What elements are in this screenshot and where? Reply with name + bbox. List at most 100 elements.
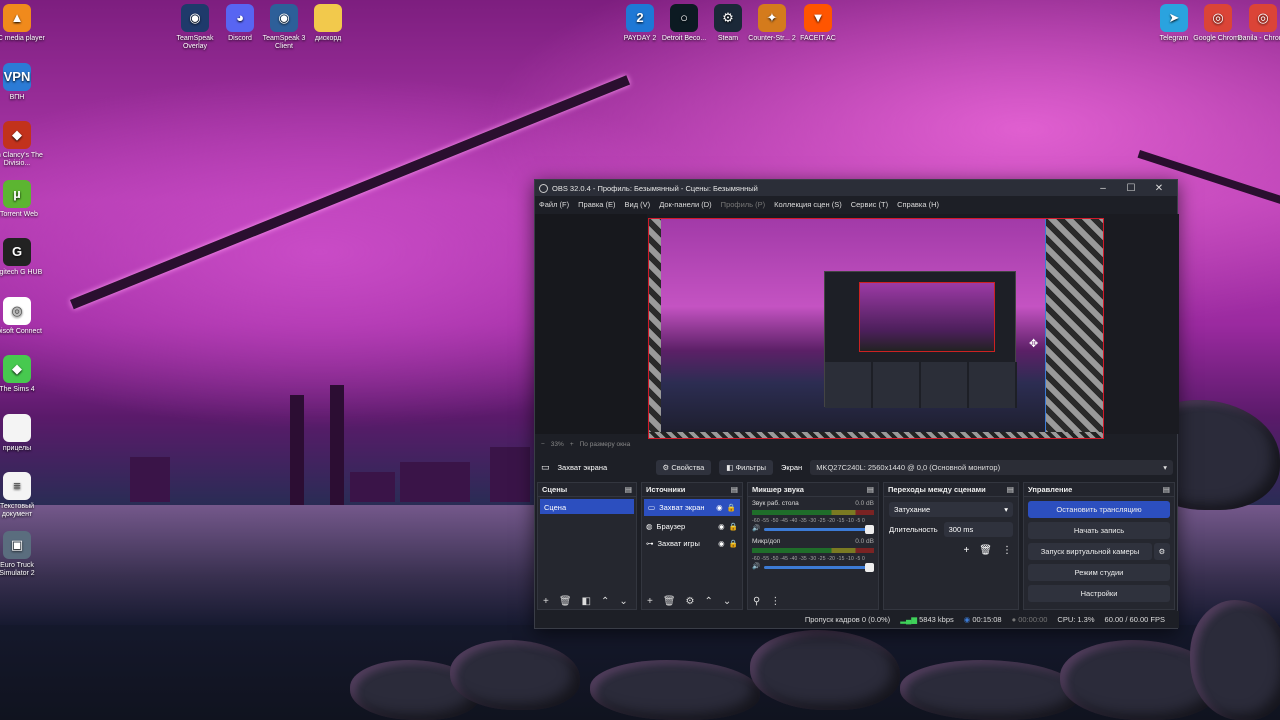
menu-item[interactable]: Справка (H)	[897, 200, 939, 209]
dock-menu-icon[interactable]: ▤	[625, 485, 632, 494]
rock	[900, 660, 1080, 720]
filters-button[interactable]: ◧ Фильтры	[719, 459, 774, 475]
desktop-icon[interactable]: G Logitech G HUB	[0, 238, 45, 277]
scenes-title: Сцены	[542, 485, 568, 494]
volume-slider[interactable]	[764, 563, 874, 572]
source-item[interactable]: ◍ Браузер ◉ 🔒	[642, 518, 742, 535]
mixer-link-icon[interactable]: ⚲	[753, 596, 760, 607]
channel-name: Микр/доп	[752, 538, 781, 545]
mixer-dock: Микшер звука ▤ Звук раб. стола 0.0 dB -60 …	[747, 482, 879, 610]
duration-input[interactable]: 300 ms	[943, 522, 1013, 537]
logitech-g-icon: G	[3, 238, 31, 266]
more-icon[interactable]: ⋮	[1002, 545, 1012, 556]
volume-meter	[752, 510, 874, 515]
close-button[interactable]: ✕	[1145, 183, 1173, 194]
preview-canvas[interactable]: ✥	[648, 218, 1104, 439]
sources-title: Источники	[646, 485, 686, 494]
desktop-icon[interactable]: прицелы	[0, 413, 45, 453]
desktop-icon[interactable]: ▣ Euro Truck Simulator 2	[0, 530, 45, 578]
desktop-icon[interactable]: ▲ VLC media player	[0, 4, 45, 43]
menu-item[interactable]: Док-панели (D)	[659, 200, 711, 209]
desktop-icon[interactable]: ▼ FACEIT AC	[790, 4, 846, 43]
display-select[interactable]: MKQ27C240L: 2560x1440 @ 0,0 (Основной мо…	[810, 459, 1173, 475]
menu-item[interactable]: Вид (V)	[625, 200, 651, 209]
up-icon[interactable]: ⌃	[601, 596, 609, 607]
desktop-icon[interactable]: ◎ Ubisoft Connect	[0, 296, 45, 336]
desktop-icon-label: Danila - Chrome	[1237, 35, 1280, 42]
scene-filter-icon[interactable]: ◧	[582, 596, 591, 607]
down-icon[interactable]: ⌄	[723, 596, 731, 607]
desktop-icon[interactable]: дискорд	[300, 4, 356, 43]
stop-stream-button[interactable]: Остановить трансляцию	[1028, 501, 1170, 518]
controls-title: Управление	[1028, 485, 1073, 494]
chevron-down-icon: ▾	[1004, 505, 1008, 514]
minimize-button[interactable]: –	[1089, 183, 1117, 194]
desktop-icon[interactable]: VPN ВПН	[0, 62, 45, 102]
more-icon[interactable]: ⋮	[770, 596, 780, 607]
scene-item[interactable]: Сцена	[540, 499, 634, 514]
source-item[interactable]: ▭ Захват экран ◉ 🔒	[644, 499, 740, 516]
trash-icon[interactable]: 🗑	[663, 596, 676, 607]
desktop-icon[interactable]: ≡ Текстовый документ	[0, 472, 45, 519]
up-icon[interactable]: ⌃	[705, 596, 713, 607]
dock-menu-icon[interactable]: ▤	[1163, 485, 1170, 494]
sources-header: Источники ▤	[642, 483, 742, 497]
eye-icon[interactable]: ◉	[716, 503, 723, 512]
speaker-icon[interactable]: 🔊	[752, 562, 760, 570]
settings-button[interactable]: Настройки	[1028, 585, 1170, 602]
add-icon[interactable]: +	[963, 545, 969, 556]
zoom-fit-button[interactable]: По размеру окна	[580, 441, 631, 448]
lock-icon[interactable]: 🔒	[729, 522, 738, 531]
bridge-tower	[290, 395, 304, 505]
zoom-out-button[interactable]: −	[541, 441, 545, 448]
source-item[interactable]: ⊶ Захват игры ◉ 🔒	[642, 535, 742, 552]
channel-name: Звук раб. стола	[752, 500, 799, 507]
dock-menu-icon[interactable]: ▤	[867, 485, 874, 494]
volume-slider[interactable]	[764, 525, 874, 534]
menu-item[interactable]: Профиль (P)	[721, 200, 765, 209]
trash-icon[interactable]: 🗑	[559, 596, 572, 607]
properties-button[interactable]: ⚙ Свойства	[655, 459, 712, 475]
speaker-icon[interactable]: 🔊	[752, 524, 760, 532]
scenes-dock: Сцены ▤ Сцена + 🗑 ◧ ⌃ ⌄	[537, 482, 637, 610]
lock-icon[interactable]: 🔒	[729, 539, 738, 548]
trash-icon[interactable]: 🗑	[979, 545, 992, 556]
mixer-channels: Звук раб. стола 0.0 dB -60 -55 -50 -45 -40…	[748, 497, 878, 573]
meter-scale: -60 -55 -50 -45 -40 -35 -30 -25 -20 -15 …	[752, 518, 865, 524]
studio-mode-button[interactable]: Режим студии	[1028, 564, 1170, 581]
scenes-header: Сцены ▤	[538, 483, 636, 497]
menu-item[interactable]: Файл (F)	[539, 200, 569, 209]
desktop-icon[interactable]: ◆ The Sims 4	[0, 355, 45, 394]
obs-window[interactable]: OBS 32.0.4 - Профиль: Безымянный - Сцены…	[534, 179, 1179, 629]
record-time: ● 00:00:00	[1012, 615, 1048, 624]
transitions-header: Переходы между сценами ▤	[884, 483, 1018, 497]
maximize-button[interactable]: ☐	[1117, 183, 1145, 194]
add-icon[interactable]: +	[543, 596, 549, 607]
obs-titlebar[interactable]: OBS 32.0.4 - Профиль: Безымянный - Сцены…	[535, 180, 1177, 196]
desktop-icon[interactable]: ◆ om Clancy's The Divisio...	[0, 121, 45, 168]
menu-item[interactable]: Правка (E)	[578, 200, 615, 209]
virtual-cam-settings-icon[interactable]: ⚙	[1154, 543, 1170, 560]
zoom-in-button[interactable]: +	[570, 441, 574, 448]
lock-icon[interactable]: 🔒	[727, 503, 736, 512]
transition-select[interactable]: Затухание ▾	[889, 502, 1013, 517]
virtual-cam-button[interactable]: Запуск виртуальной камеры	[1028, 543, 1152, 560]
down-icon[interactable]: ⌄	[619, 596, 627, 607]
desktop-icon[interactable]: µ uTorrent Web	[0, 179, 45, 219]
add-icon[interactable]: +	[647, 596, 653, 607]
start-record-button[interactable]: Начать запись	[1028, 522, 1170, 539]
stream-time-value: 00:15:08	[972, 615, 1002, 624]
dock-menu-icon[interactable]: ▤	[731, 485, 738, 494]
eye-icon[interactable]: ◉	[718, 539, 725, 548]
desktop-icon-label: Текстовый документ	[0, 503, 35, 518]
desktop-icon[interactable]: ◎ Danila - Chrome	[1235, 4, 1280, 43]
menu-item[interactable]: Коллекция сцен (S)	[774, 200, 842, 209]
menu-item[interactable]: Сервис (T)	[851, 200, 888, 209]
eye-icon[interactable]: ◉	[718, 522, 725, 531]
steam-icon: ⚙	[714, 4, 742, 32]
preview-area[interactable]: ✥ − 33% + По размеру окна	[535, 214, 1179, 448]
dock-menu-icon[interactable]: ▤	[1007, 485, 1014, 494]
sources-dock: Источники ▤ ▭ Захват экран ◉ 🔒 ◍ Браузер ◉ 🔒 ⊶ За…	[641, 482, 743, 610]
desktop-icon-label: ВПН	[9, 93, 25, 101]
gear-icon[interactable]: ⚙	[686, 596, 695, 607]
